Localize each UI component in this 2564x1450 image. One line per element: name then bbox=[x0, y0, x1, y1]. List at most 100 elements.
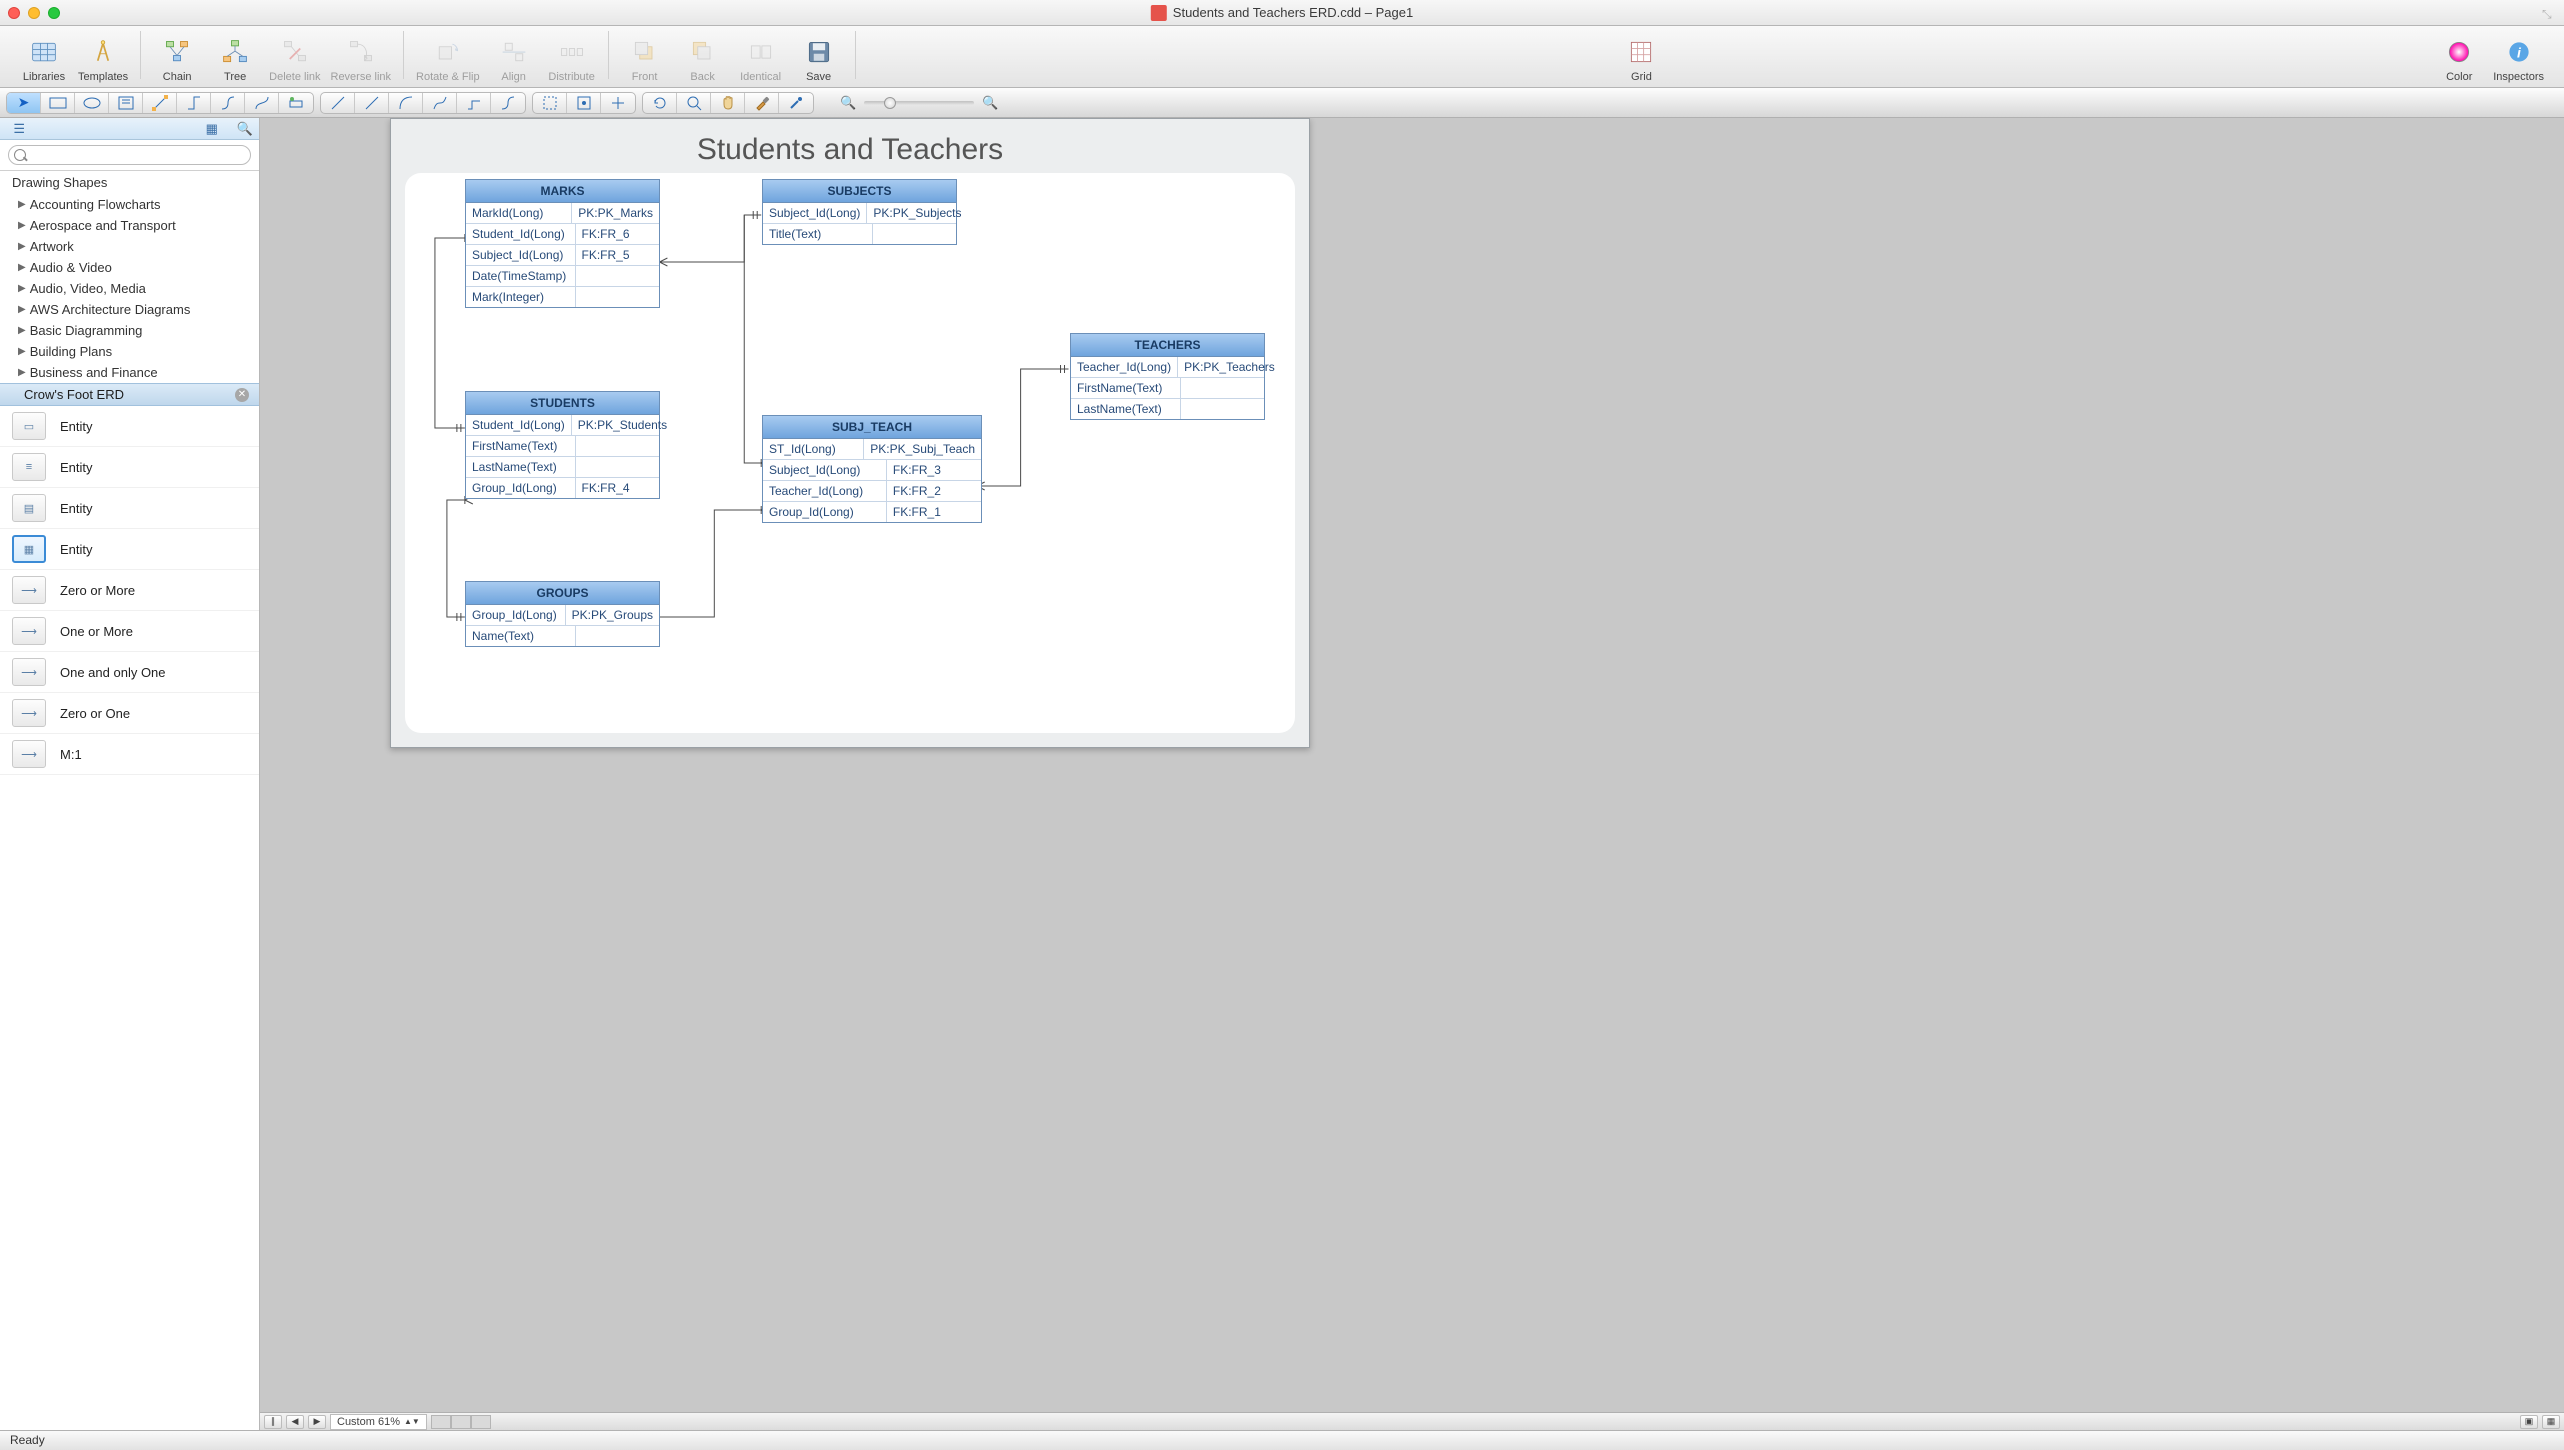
connector-tool-1-icon[interactable] bbox=[143, 93, 177, 113]
page-next-icon[interactable]: ▶ bbox=[308, 1415, 326, 1429]
chain-button[interactable]: Chain bbox=[151, 34, 203, 83]
back-button[interactable]: Back bbox=[677, 34, 729, 83]
entity-row[interactable]: LastName(Text) bbox=[1071, 398, 1264, 419]
entity-row[interactable]: ST_Id(Long)PK:PK_Subj_Teach bbox=[763, 439, 981, 459]
connector-tool-3-icon[interactable] bbox=[211, 93, 245, 113]
sidebar-category[interactable]: ▶Building Plans bbox=[0, 341, 259, 362]
spline-tool-icon[interactable] bbox=[423, 93, 457, 113]
minimize-icon[interactable] bbox=[28, 7, 40, 19]
line-tool-2-icon[interactable] bbox=[355, 93, 389, 113]
entity-row[interactable]: LastName(Text) bbox=[466, 456, 659, 477]
refresh-icon[interactable] bbox=[643, 93, 677, 113]
page-prev-icon[interactable]: ◀ bbox=[286, 1415, 304, 1429]
canvas-area[interactable]: Students and Teachers bbox=[260, 118, 2564, 1430]
entity-row[interactable]: Title(Text) bbox=[763, 223, 956, 244]
front-button[interactable]: Front bbox=[619, 34, 671, 83]
shape-item[interactable]: ▦Entity bbox=[0, 529, 259, 570]
entity-row[interactable]: Name(Text) bbox=[466, 625, 659, 646]
sidebar-category[interactable]: ▶Artwork bbox=[0, 236, 259, 257]
zoom-in-icon[interactable]: 🔍 bbox=[982, 95, 998, 111]
shape-item[interactable]: ▭Entity bbox=[0, 406, 259, 447]
zoom-out-icon[interactable]: 🔍 bbox=[840, 95, 856, 111]
eyedropper-icon[interactable] bbox=[745, 93, 779, 113]
search-input[interactable] bbox=[8, 145, 251, 165]
sidebar-search-toggle-icon[interactable]: 🔍 bbox=[231, 121, 259, 137]
polyline-tool-icon[interactable] bbox=[457, 93, 491, 113]
entity-row[interactable]: Teacher_Id(Long)PK:PK_Teachers bbox=[1071, 357, 1264, 377]
entity-row[interactable]: Mark(Integer) bbox=[466, 286, 659, 307]
sidebar-category[interactable]: ▶Audio & Video bbox=[0, 257, 259, 278]
sidebar-category[interactable]: ▶Accounting Flowcharts bbox=[0, 194, 259, 215]
page-tabs[interactable] bbox=[431, 1415, 491, 1429]
connector-tool-2-icon[interactable] bbox=[177, 93, 211, 113]
entity-row[interactable]: Group_Id(Long)FK:FR_1 bbox=[763, 501, 981, 522]
sidebar-grid-view-icon[interactable]: ▦ bbox=[193, 118, 232, 139]
entity-row[interactable]: Date(TimeStamp) bbox=[466, 265, 659, 286]
pointer-tool-icon[interactable]: ➤ bbox=[7, 93, 41, 113]
templates-button[interactable]: Templates bbox=[76, 34, 130, 83]
save-button[interactable]: Save bbox=[793, 34, 845, 83]
sidebar-category[interactable]: ▶Aerospace and Transport bbox=[0, 215, 259, 236]
entity-row[interactable]: FirstName(Text) bbox=[1071, 377, 1264, 398]
entity-row[interactable]: Student_Id(Long)PK:PK_Students bbox=[466, 415, 659, 435]
sidebar-active-section[interactable]: Crow's Foot ERD ✕ bbox=[0, 383, 259, 406]
zoom-icon[interactable] bbox=[48, 7, 60, 19]
entity-row[interactable]: FirstName(Text) bbox=[466, 435, 659, 456]
zoom-track[interactable] bbox=[864, 101, 974, 105]
line-tool-1-icon[interactable] bbox=[321, 93, 355, 113]
shape-item[interactable]: ⟶M:1 bbox=[0, 734, 259, 775]
entity-row[interactable]: Group_Id(Long)FK:FR_4 bbox=[466, 477, 659, 498]
libraries-button[interactable]: Libraries bbox=[18, 34, 70, 83]
connector-tool-5-icon[interactable] bbox=[279, 93, 313, 113]
sidebar-filter-input[interactable] bbox=[39, 118, 193, 139]
view-mode-2-icon[interactable]: ▦ bbox=[2542, 1415, 2560, 1429]
tree-button[interactable]: Tree bbox=[209, 34, 261, 83]
shape-item[interactable]: ⟶Zero or More bbox=[0, 570, 259, 611]
edit-tool-1-icon[interactable] bbox=[533, 93, 567, 113]
entity-students[interactable]: STUDENTS Student_Id(Long)PK:PK_StudentsF… bbox=[465, 391, 660, 499]
shape-item[interactable]: ⟶One or More bbox=[0, 611, 259, 652]
scroll-pause-icon[interactable]: ∥ bbox=[264, 1415, 282, 1429]
shape-item[interactable]: ≡Entity bbox=[0, 447, 259, 488]
sidebar-category[interactable]: ▶AWS Architecture Diagrams bbox=[0, 299, 259, 320]
sidebar-tree-view-icon[interactable]: ☰ bbox=[0, 118, 39, 139]
view-mode-1-icon[interactable]: ▣ bbox=[2520, 1415, 2538, 1429]
text-tool-icon[interactable] bbox=[109, 93, 143, 113]
connector-tool-4-icon[interactable] bbox=[245, 93, 279, 113]
rectangle-tool-icon[interactable] bbox=[41, 93, 75, 113]
entity-row[interactable]: Student_Id(Long)FK:FR_6 bbox=[466, 223, 659, 244]
entity-row[interactable]: Subject_Id(Long)FK:FR_5 bbox=[466, 244, 659, 265]
sidebar-category[interactable]: ▶Audio, Video, Media bbox=[0, 278, 259, 299]
entity-row[interactable]: Group_Id(Long)PK:PK_Groups bbox=[466, 605, 659, 625]
reverse-link-button[interactable]: Reverse link bbox=[329, 34, 394, 83]
identical-button[interactable]: Identical bbox=[735, 34, 787, 83]
color-button[interactable]: Color bbox=[2433, 34, 2485, 83]
entity-subj-teach[interactable]: SUBJ_TEACH ST_Id(Long)PK:PK_Subj_TeachSu… bbox=[762, 415, 982, 523]
entity-row[interactable]: MarkId(Long)PK:PK_Marks bbox=[466, 203, 659, 223]
close-icon[interactable] bbox=[8, 7, 20, 19]
entity-row[interactable]: Teacher_Id(Long)FK:FR_2 bbox=[763, 480, 981, 501]
ellipse-tool-icon[interactable] bbox=[75, 93, 109, 113]
entity-marks[interactable]: MARKS MarkId(Long)PK:PK_MarksStudent_Id(… bbox=[465, 179, 660, 308]
bezier-tool-icon[interactable] bbox=[491, 93, 525, 113]
edit-tool-3-icon[interactable] bbox=[601, 93, 635, 113]
rotate-flip-button[interactable]: Rotate & Flip bbox=[414, 34, 482, 83]
entity-teachers[interactable]: TEACHERS Teacher_Id(Long)PK:PK_TeachersF… bbox=[1070, 333, 1265, 420]
fullscreen-icon[interactable] bbox=[2542, 6, 2556, 20]
drawing-page[interactable]: Students and Teachers bbox=[390, 118, 1310, 748]
brush-tool-icon[interactable] bbox=[779, 93, 813, 113]
zoom-tool-icon[interactable] bbox=[677, 93, 711, 113]
shape-item[interactable]: ⟶One and only One bbox=[0, 652, 259, 693]
delete-link-button[interactable]: Delete link bbox=[267, 34, 322, 83]
distribute-button[interactable]: Distribute bbox=[546, 34, 598, 83]
sidebar-category[interactable]: ▶Business and Finance bbox=[0, 362, 259, 383]
grid-button[interactable]: Grid bbox=[1615, 34, 1667, 83]
close-section-icon[interactable]: ✕ bbox=[235, 388, 249, 402]
shape-item[interactable]: ⟶Zero or One bbox=[0, 693, 259, 734]
hand-tool-icon[interactable] bbox=[711, 93, 745, 113]
zoom-slider[interactable]: 🔍 🔍 bbox=[840, 95, 998, 111]
entity-row[interactable]: Subject_Id(Long)FK:FR_3 bbox=[763, 459, 981, 480]
zoom-thumb[interactable] bbox=[884, 97, 896, 109]
sidebar-category[interactable]: ▶Basic Diagramming bbox=[0, 320, 259, 341]
zoom-selector[interactable]: Custom 61%▲▼ bbox=[330, 1414, 427, 1430]
